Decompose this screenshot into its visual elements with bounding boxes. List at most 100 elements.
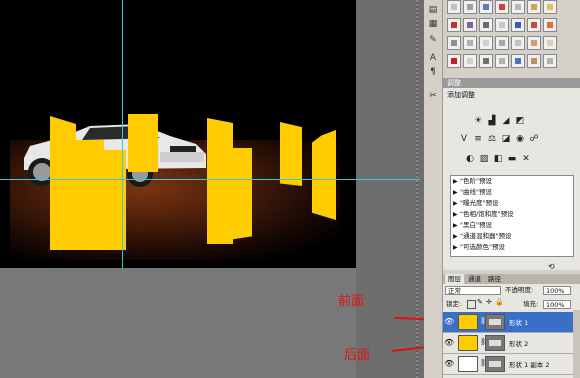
style-swatch[interactable] — [543, 18, 557, 32]
preset-item[interactable]: ▶ "通道混和器"预设 — [451, 232, 573, 241]
invert-icon[interactable]: ◐ — [465, 154, 475, 164]
preset-item[interactable]: ▶ "色阶"预设 — [451, 177, 573, 186]
lock-transparency-icon[interactable] — [467, 300, 476, 309]
swatches-icon[interactable]: ▦ — [427, 18, 439, 30]
adjustments-tool-icon[interactable]: ✂ — [427, 90, 439, 102]
adjustments-panel-title[interactable]: 调整 — [443, 78, 580, 88]
layer-thumbnail — [458, 314, 478, 330]
layer-row[interactable]: 👁 ⛓ 形状 1 — [443, 312, 573, 333]
preset-item[interactable]: ▶ "黑白"预设 — [451, 221, 573, 230]
style-swatch[interactable] — [447, 36, 461, 50]
style-swatch[interactable] — [495, 36, 509, 50]
levels-icon[interactable]: ▟ — [487, 116, 497, 126]
channel-mixer-icon[interactable]: ☍ — [529, 134, 539, 144]
yellow-shape[interactable] — [280, 122, 302, 186]
visibility-eye-icon[interactable]: 👁 — [444, 317, 454, 327]
fill-input[interactable]: 100% — [543, 300, 571, 309]
vibrance-icon[interactable]: V — [459, 134, 469, 144]
layers-panel: 正常 不透明度: 100% 锁定: ✎ ✛ 🔒 填充: 100% 👁 ⛓ 形状 … — [443, 284, 580, 378]
yellow-shape[interactable] — [74, 140, 104, 250]
style-swatch[interactable] — [527, 18, 541, 32]
style-swatch[interactable] — [527, 0, 541, 14]
yellow-shape[interactable] — [228, 148, 252, 240]
layers-scrollbar[interactable] — [573, 310, 580, 378]
expand-triangle-icon: ▶ — [453, 211, 458, 218]
hue-saturation-icon[interactable]: ≡ — [473, 134, 483, 144]
style-swatch[interactable] — [447, 54, 461, 68]
visibility-eye-icon[interactable]: 👁 — [444, 338, 454, 348]
opacity-input[interactable]: 100% — [543, 286, 571, 295]
vertical-guide[interactable] — [122, 0, 123, 268]
style-swatch[interactable] — [543, 36, 557, 50]
character-icon[interactable]: A — [427, 52, 439, 64]
style-swatch[interactable] — [511, 0, 525, 14]
preset-label: "曲线"预设 — [460, 188, 492, 196]
tab-paths[interactable]: 路径 — [485, 274, 504, 284]
style-swatch[interactable] — [495, 18, 509, 32]
tab-layers[interactable]: 图层 — [445, 274, 464, 284]
selective-color-icon[interactable]: ✕ — [521, 154, 531, 164]
photo-filter-icon[interactable]: ◉ — [515, 134, 525, 144]
preset-item[interactable]: ▶ "曝光度"预设 — [451, 199, 573, 208]
panel-icon-strip: ▤ ▦ ✎ A ¶ ✂ — [424, 0, 443, 378]
style-swatch[interactable] — [463, 36, 477, 50]
yellow-shape[interactable] — [50, 116, 76, 250]
layer-thumbnail — [458, 335, 478, 351]
tab-channels[interactable]: 通道 — [465, 274, 484, 284]
posterize-icon[interactable]: ▨ — [479, 154, 489, 164]
lock-all-icon[interactable]: 🔒 — [495, 298, 504, 306]
brightness-icon[interactable]: ☀ — [473, 116, 483, 126]
exposure-icon[interactable]: ◩ — [515, 116, 525, 126]
preset-label: "曝光度"预设 — [460, 199, 499, 207]
blend-mode-select[interactable]: 正常 — [445, 286, 501, 295]
style-swatch[interactable] — [527, 36, 541, 50]
paragraph-icon[interactable]: ¶ — [427, 66, 439, 78]
style-swatch[interactable] — [479, 18, 493, 32]
lock-position-icon[interactable]: ✛ — [486, 298, 492, 306]
preset-label: "黑白"预设 — [460, 221, 492, 229]
panel-divider[interactable] — [416, 0, 418, 378]
document-canvas[interactable] — [0, 0, 356, 268]
expand-triangle-icon: ▶ — [453, 178, 458, 185]
lock-image-icon[interactable]: ✎ — [477, 298, 483, 306]
style-swatch[interactable] — [527, 54, 541, 68]
preset-item[interactable]: ▶ "可选颜色"预设 — [451, 243, 573, 252]
expand-triangle-icon: ▶ — [453, 233, 458, 240]
layer-row[interactable]: 👁 ⛓ 形状 2 — [443, 333, 573, 354]
style-swatch[interactable] — [463, 18, 477, 32]
lock-label: 锁定: — [446, 300, 462, 308]
style-swatch[interactable] — [543, 0, 557, 14]
style-swatch[interactable] — [463, 0, 477, 14]
brush-icon[interactable]: ✎ — [427, 34, 439, 46]
style-swatch[interactable] — [447, 18, 461, 32]
style-swatch[interactable] — [447, 0, 461, 14]
gradient-map-icon[interactable]: ▬ — [507, 154, 517, 164]
visibility-eye-icon[interactable]: 👁 — [444, 359, 454, 369]
style-swatch[interactable] — [495, 0, 509, 14]
expand-triangle-icon: ▶ — [453, 189, 458, 196]
horizontal-guide[interactable] — [0, 179, 356, 180]
black-white-icon[interactable]: ◪ — [501, 134, 511, 144]
style-swatch[interactable] — [511, 54, 525, 68]
style-swatch[interactable] — [479, 54, 493, 68]
threshold-icon[interactable]: ◧ — [493, 154, 503, 164]
yellow-shape[interactable] — [128, 114, 158, 172]
style-swatch[interactable] — [479, 36, 493, 50]
style-swatch[interactable] — [479, 0, 493, 14]
yellow-shape[interactable] — [312, 130, 336, 220]
style-swatch[interactable] — [543, 54, 557, 68]
adjustments-footer-icon[interactable]: ⟲ — [548, 262, 555, 271]
preset-label: "色相/饱和度"预设 — [460, 210, 514, 218]
style-swatch[interactable] — [511, 18, 525, 32]
history-icon[interactable]: ▤ — [427, 4, 439, 16]
canvas-area[interactable] — [0, 0, 356, 378]
preset-item[interactable]: ▶ "色相/饱和度"预设 — [451, 210, 573, 219]
color-balance-icon[interactable]: ⚖ — [487, 134, 497, 144]
style-swatch[interactable] — [511, 36, 525, 50]
adjustments-subtitle: 添加调整 — [447, 91, 475, 99]
style-swatch[interactable] — [463, 54, 477, 68]
layer-row[interactable]: 👁 ⛓ 形状 1 副本 2 — [443, 354, 573, 375]
preset-item[interactable]: ▶ "曲线"预设 — [451, 188, 573, 197]
style-swatch[interactable] — [495, 54, 509, 68]
curves-icon[interactable]: ◢ — [501, 116, 511, 126]
